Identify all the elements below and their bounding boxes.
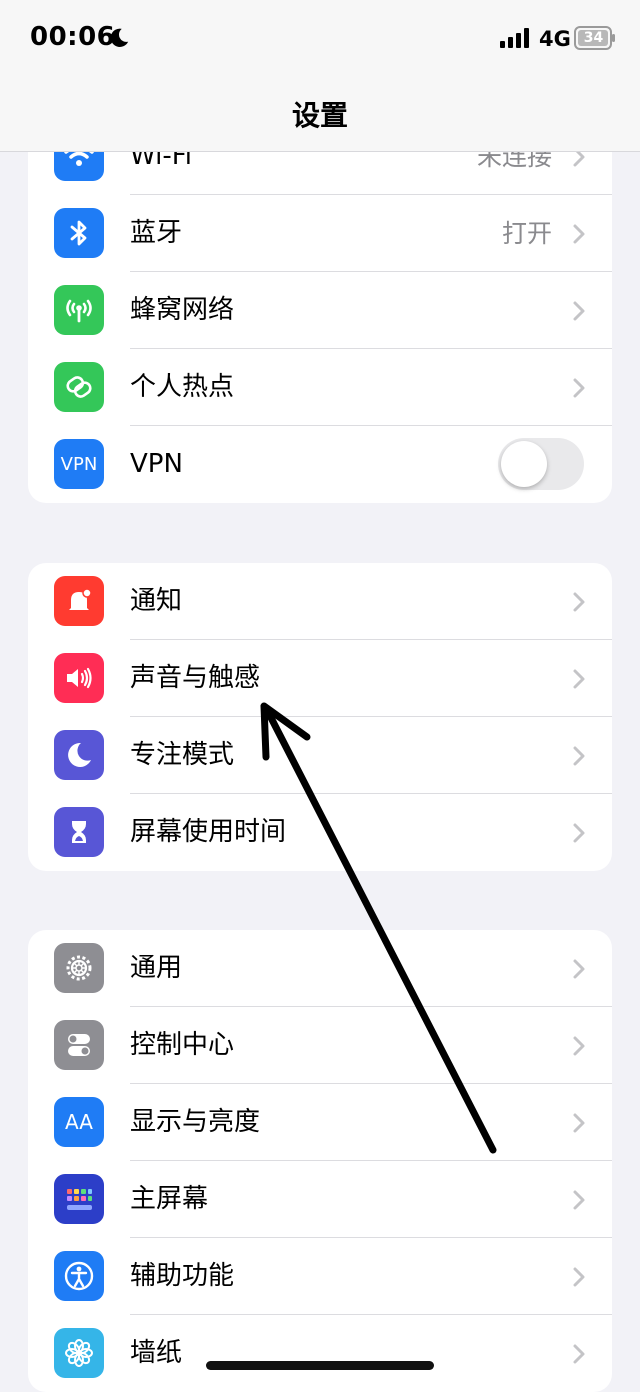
row-label: 主屏幕 [130,1184,209,1214]
settings-row-home-screen[interactable]: 主屏幕 [28,1161,612,1238]
row-label: 控制中心 [130,1030,235,1060]
settings-row-focus[interactable]: 专注模式 [28,717,612,794]
settings-row-bluetooth[interactable]: 蓝牙 打开 [28,195,612,272]
row-label: 辅助功能 [130,1261,235,1291]
page-title: 设置 [291,99,348,132]
accessibility-icon [54,1251,104,1301]
chevron-right-icon [573,1113,585,1133]
settings-row-sounds[interactable]: 声音与触感 [28,640,612,717]
settings-row-control-center[interactable]: 控制中心 [28,1007,612,1084]
row-label: 墙纸 [130,1338,183,1368]
settings-row-screen-time[interactable]: 屏幕使用时间 [28,794,612,871]
chevron-right-icon [573,823,585,843]
settings-row-accessibility[interactable]: 辅助功能 [28,1238,612,1315]
control-switches-icon [54,1020,104,1070]
top-bar: 00:06 4G 34 设置 [0,0,640,152]
wallpaper-flower-icon [54,1328,104,1378]
signal-strength-icon [500,28,529,48]
chevron-right-icon [573,959,585,979]
speaker-icon [54,653,104,703]
row-label: 显示与亮度 [130,1107,261,1137]
text-size-icon: AA [54,1097,104,1147]
row-label: 声音与触感 [130,663,261,693]
moon-icon [54,730,104,780]
settings-row-general[interactable]: 通用 [28,930,612,1007]
focus-moon-icon [110,28,129,47]
hotspot-link-icon [54,362,104,412]
chevron-right-icon [573,378,585,398]
battery-level: 34 [583,30,604,46]
row-value: 打开 [501,219,552,248]
bluetooth-icon [54,208,104,258]
row-label: 蜂窝网络 [130,295,235,325]
vpn-icon-text: VPN [60,453,98,475]
settings-group-notifications: 通知 声音与触感 专注模式 屏幕使用时间 [28,563,612,871]
text-size-icon-text: AA [65,1110,93,1134]
home-indicator[interactable] [206,1361,434,1370]
status-time: 00:06 [30,22,116,52]
row-label: VPN [130,449,183,479]
settings-row-display[interactable]: AA 显示与亮度 [28,1084,612,1161]
gear-icon [54,943,104,993]
chevron-right-icon [573,746,585,766]
chevron-right-icon [573,592,585,612]
toggle-knob [501,441,547,487]
settings-row-notifications[interactable]: 通知 [28,563,612,640]
vpn-toggle[interactable] [498,438,584,490]
row-label: 通知 [130,586,183,616]
cellular-antenna-icon [54,285,104,335]
row-label: 个人热点 [130,372,235,402]
chevron-right-icon [573,1036,585,1056]
chevron-right-icon [573,301,585,321]
chevron-right-icon [573,1267,585,1287]
chevron-right-icon [573,1344,585,1364]
network-type: 4G [539,27,571,51]
notification-bell-icon [54,576,104,626]
settings-row-vpn: VPN VPN [28,426,612,503]
settings-row-cellular[interactable]: 蜂窝网络 [28,272,612,349]
chevron-right-icon [573,224,585,244]
hourglass-icon [54,807,104,857]
row-label: 通用 [130,953,183,983]
chevron-right-icon [573,669,585,689]
vpn-icon: VPN [54,439,104,489]
row-label: 专注模式 [130,740,235,770]
row-label: 蓝牙 [130,218,183,248]
settings-row-wallpaper[interactable]: 墙纸 [28,1315,612,1392]
home-screen-grid-icon [54,1174,104,1224]
chevron-right-icon [573,1190,585,1210]
settings-group-connectivity: Wi-Fi 未连接 蓝牙 打开 蜂窝网络 个人热点 VPN VPN [28,118,612,503]
row-label: 屏幕使用时间 [130,817,287,847]
settings-row-hotspot[interactable]: 个人热点 [28,349,612,426]
settings-group-general: 通用 控制中心 AA 显示与亮度 主屏幕 辅助功能 墙纸 [28,930,612,1392]
